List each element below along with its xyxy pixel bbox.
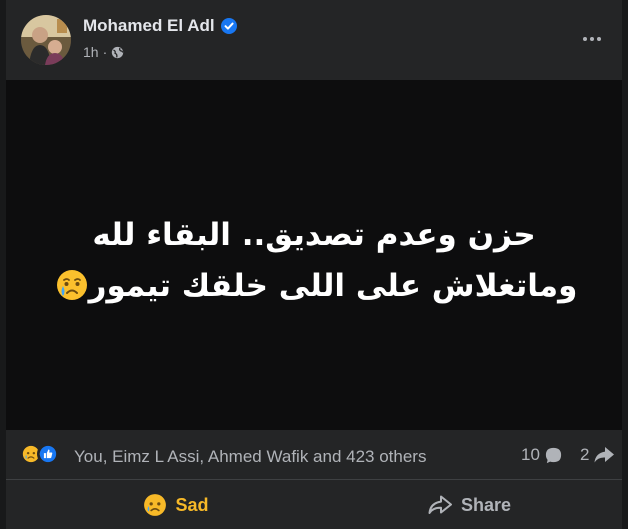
share-button[interactable]: Share <box>414 487 524 523</box>
share-count-icon <box>594 447 615 463</box>
comments-count-value: 10 <box>521 445 540 464</box>
crying-face-emoji <box>55 267 89 301</box>
post-text-line-2: وماتغلاش على اللى خلقك تيمور <box>88 268 578 304</box>
post-time[interactable]: 1h <box>83 44 99 60</box>
reaction-stats-bar: You, Eimz L Assi, Ahmed Wafik and 423 ot… <box>6 430 622 480</box>
sad-reaction-button[interactable]: Sad <box>126 487 226 523</box>
post-header: Mohamed El Adl 1h · <box>6 0 622 80</box>
more-dot <box>597 37 601 41</box>
more-dot <box>583 37 587 41</box>
shares-count-value: 2 <box>580 445 590 464</box>
post-text-canvas[interactable]: حزن وعدم تصديق.. البقاء لله وماتغلاش على… <box>6 80 622 430</box>
comments-count[interactable]: 10 <box>521 445 563 465</box>
sad-reaction-icon <box>144 494 167 516</box>
post-text-line-1: حزن وعدم تصديق.. البقاء لله <box>92 217 536 253</box>
comment-icon <box>545 447 562 463</box>
shares-count[interactable]: 2 <box>580 445 615 465</box>
post-meta: 1h · <box>83 44 124 60</box>
avatar-image <box>21 15 71 65</box>
more-options-icon[interactable] <box>578 26 606 52</box>
globe-icon[interactable] <box>111 46 124 59</box>
verified-icon <box>220 18 237 34</box>
author-name[interactable]: Mohamed El Adl <box>83 16 215 36</box>
meta-separator: · <box>102 44 108 60</box>
more-dot <box>590 37 594 41</box>
post-text-line-2-row: وماتغلاش على اللى خلقك تيمور <box>46 261 582 312</box>
post-text: حزن وعدم تصديق.. البقاء لله وماتغلاش على… <box>46 210 582 312</box>
author-name-row: Mohamed El Adl <box>83 16 237 36</box>
avatar[interactable] <box>21 15 71 65</box>
sad-reaction-label: Sad <box>175 494 209 515</box>
reaction-icons[interactable] <box>20 443 59 465</box>
share-icon <box>428 495 452 514</box>
reaction-names[interactable]: You, Eimz L Assi, Ahmed Wafik and 423 ot… <box>74 447 426 467</box>
share-label: Share <box>460 494 512 515</box>
post-card: Mohamed El Adl 1h · حزن وعدم تصديق.. الب… <box>6 0 622 529</box>
post-actions: Sad Share <box>6 481 622 529</box>
like-reaction-icon <box>37 443 59 465</box>
